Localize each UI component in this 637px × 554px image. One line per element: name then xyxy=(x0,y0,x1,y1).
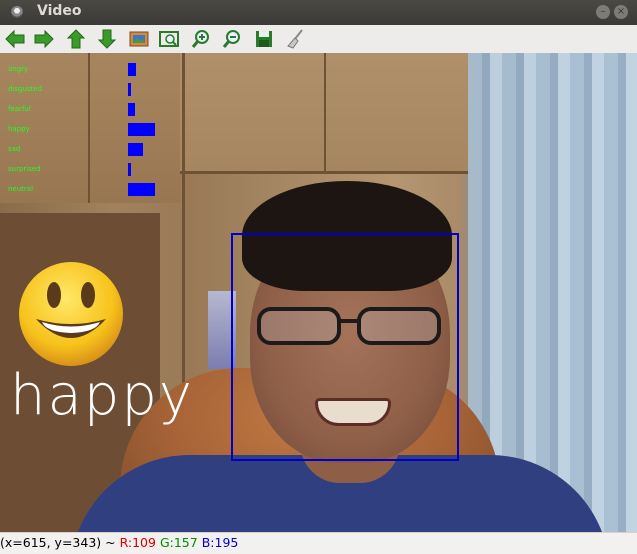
emotion-label-fearful: fearful xyxy=(8,105,31,113)
toolbar xyxy=(0,25,637,54)
face-detection-box xyxy=(231,233,459,461)
emotion-bar-angry xyxy=(128,63,136,76)
emotion-bar-happy xyxy=(128,123,155,136)
zoom-out-button[interactable] xyxy=(221,28,243,50)
clear-button[interactable] xyxy=(284,28,306,50)
detected-emotion-label: happy xyxy=(10,363,195,428)
window-title: Video xyxy=(37,3,82,19)
down-button[interactable] xyxy=(96,28,118,50)
emotion-label-disgusted: disgusted xyxy=(8,85,43,93)
emotion-bar-sad xyxy=(128,143,143,156)
back-button[interactable] xyxy=(4,28,26,50)
broom-icon xyxy=(287,29,303,49)
zoom-fit-icon xyxy=(159,31,179,47)
emotion-label-surprised: surprised xyxy=(8,165,41,173)
emotion-label-happy: happy xyxy=(8,125,30,133)
pixel-red-value: R:109 xyxy=(119,535,156,550)
save-button[interactable] xyxy=(253,28,275,50)
emotion-bar-surprised xyxy=(128,163,131,176)
minimize-button[interactable]: – xyxy=(596,5,610,19)
zoom-fit-button[interactable] xyxy=(158,28,180,50)
forward-button[interactable] xyxy=(33,28,55,50)
cursor-coords: (x=615, y=343) ~ xyxy=(0,535,116,550)
save-icon xyxy=(256,31,272,47)
zoom-in-button[interactable] xyxy=(190,28,212,50)
forward-arrow-icon xyxy=(34,29,54,49)
zoom-out-icon xyxy=(222,30,240,48)
title-bar: Video – × xyxy=(0,0,637,25)
up-arrow-icon xyxy=(66,29,86,49)
pixel-blue-value: B:195 xyxy=(201,535,239,550)
save-image-button[interactable] xyxy=(128,28,150,50)
emotion-bar-neutral xyxy=(128,183,155,196)
app-icon xyxy=(11,6,23,18)
up-button[interactable] xyxy=(65,28,87,50)
pixel-green-value: G:157 xyxy=(159,535,198,550)
emotion-label-sad: sad xyxy=(8,145,21,153)
down-arrow-icon xyxy=(97,29,117,49)
video-frame: angry disgusted fearful happy sad surprised ne… xyxy=(0,53,637,532)
happy-emoji-icon xyxy=(19,262,123,366)
emotion-label-angry: angry xyxy=(8,65,29,73)
emotion-label-neutral: neutral xyxy=(8,185,34,193)
zoom-in-icon xyxy=(191,30,209,48)
close-button[interactable]: × xyxy=(614,5,628,19)
back-arrow-icon xyxy=(5,29,25,49)
emotion-bar-disgusted xyxy=(128,83,131,96)
image-icon xyxy=(129,31,149,47)
status-bar: (x=615, y=343) ~ R:109 G:157 B:195 xyxy=(0,532,637,554)
emotion-bar-fearful xyxy=(128,103,135,116)
